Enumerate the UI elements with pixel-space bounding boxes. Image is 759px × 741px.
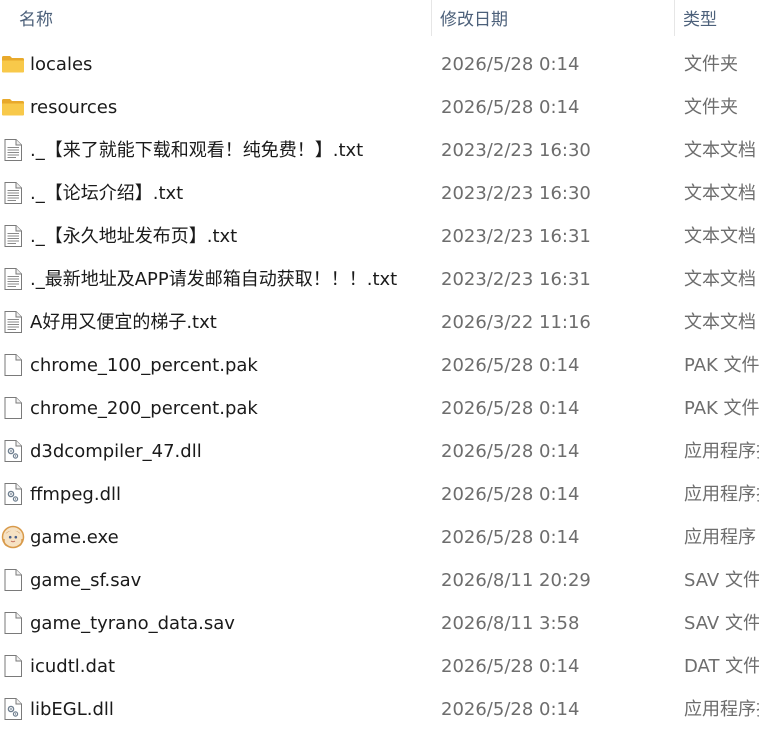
file-name[interactable]: d3dcompiler_47.dll xyxy=(30,430,202,473)
file-name[interactable]: ._【来了就能下载和观看！纯免费！】.txt xyxy=(30,129,363,172)
file-date-modified: 2026/5/28 0:14 xyxy=(441,355,580,376)
file-type: 文件夹 xyxy=(684,97,738,118)
dll-file-icon xyxy=(1,439,25,463)
file-date-modified: 2026/5/28 0:14 xyxy=(441,527,580,548)
file-row[interactable]: locales 2026/5/28 0:14 文件夹 xyxy=(0,43,759,86)
file-row[interactable]: ._【论坛介绍】.txt 2023/2/23 16:30 文本文档 xyxy=(0,172,759,215)
file-date-modified: 2026/8/11 20:29 xyxy=(441,570,591,591)
blank-file-icon xyxy=(1,353,25,377)
file-row[interactable]: ._最新地址及APP请发邮箱自动获取！！！.txt 2023/2/23 16:31… xyxy=(0,258,759,301)
file-date-modified: 2026/5/28 0:14 xyxy=(441,484,580,505)
file-type: 应用程序扩展 xyxy=(684,441,759,462)
file-name[interactable]: icudtl.dat xyxy=(30,645,115,688)
file-row[interactable]: game_tyrano_data.sav 2026/8/11 3:58 SAV 文件 xyxy=(0,602,759,645)
blank-file-icon xyxy=(1,396,25,420)
file-date-modified: 2026/5/28 0:14 xyxy=(441,398,580,419)
file-row[interactable]: icudtl.dat 2026/5/28 0:14 DAT 文件 xyxy=(0,645,759,688)
folder-icon xyxy=(1,52,25,76)
file-row[interactable]: A好用又便宜的梯子.txt 2026/3/22 11:16 文本文档 xyxy=(0,301,759,344)
file-date-modified: 2026/5/28 0:14 xyxy=(441,54,580,75)
file-type: 应用程序 xyxy=(684,527,756,548)
file-name[interactable]: resources xyxy=(30,86,117,129)
file-type: PAK 文件 xyxy=(684,355,759,376)
file-name[interactable]: A好用又便宜的梯子.txt xyxy=(30,301,217,344)
file-type: 文本文档 xyxy=(684,269,756,290)
text-file-icon xyxy=(1,181,25,205)
file-name[interactable]: ._最新地址及APP请发邮箱自动获取！！！.txt xyxy=(30,258,397,301)
file-explorer-window: ^ 名称 修改日期 类型 locales2026/5/28 0:14文件夹res… xyxy=(0,0,759,741)
file-name[interactable]: ffmpeg.dll xyxy=(30,473,121,516)
file-name[interactable]: chrome_100_percent.pak xyxy=(30,344,258,387)
folder-icon xyxy=(1,95,25,119)
file-type: SAV 文件 xyxy=(684,613,759,634)
file-name[interactable]: game_sf.sav xyxy=(30,559,141,602)
dll-file-icon xyxy=(1,697,25,721)
file-type: 文本文档 xyxy=(684,312,756,333)
file-row[interactable]: ._【来了就能下载和观看！纯免费！】.txt 2023/2/23 16:30 文本文… xyxy=(0,129,759,172)
column-header-bar: ^ 名称 修改日期 类型 xyxy=(0,0,759,36)
file-type: 应用程序扩展 xyxy=(684,484,759,505)
file-row[interactable]: game.exe 2026/5/28 0:14 应用程序 xyxy=(0,516,759,559)
file-row[interactable]: ._【永久地址发布页】.txt 2023/2/23 16:31 文本文档 xyxy=(0,215,759,258)
column-header-name[interactable]: 名称 xyxy=(10,0,431,34)
file-row[interactable]: chrome_200_percent.pak 2026/5/28 0:14 PAK … xyxy=(0,387,759,430)
file-date-modified: 2026/5/28 0:14 xyxy=(441,656,580,677)
app-exe-icon xyxy=(1,525,25,549)
file-type: DAT 文件 xyxy=(684,656,759,677)
blank-file-icon xyxy=(1,568,25,592)
file-row[interactable]: game_sf.sav 2026/8/11 20:29 SAV 文件 xyxy=(0,559,759,602)
file-row[interactable]: libEGL.dll 2026/5/28 0:14 应用程序扩展 xyxy=(0,688,759,731)
file-name[interactable]: chrome_200_percent.pak xyxy=(30,387,258,430)
column-header-type[interactable]: 类型 xyxy=(674,0,759,34)
file-row[interactable]: d3dcompiler_47.dll 2026/5/28 0:14 应用程序扩展 xyxy=(0,430,759,473)
file-type: 文本文档 xyxy=(684,226,756,247)
file-type: 文本文档 xyxy=(684,140,756,161)
text-file-icon xyxy=(1,267,25,291)
file-name[interactable]: locales xyxy=(30,43,92,86)
file-date-modified: 2023/2/23 16:30 xyxy=(441,183,591,204)
file-list: locales 2026/5/28 0:14 文件夹 resources 2026/5/… xyxy=(0,43,759,731)
file-name[interactable]: game.exe xyxy=(30,516,119,559)
file-date-modified: 2026/5/28 0:14 xyxy=(441,441,580,462)
file-type: 文本文档 xyxy=(684,183,756,204)
file-name[interactable]: ._【永久地址发布页】.txt xyxy=(30,215,237,258)
file-date-modified: 2023/2/23 16:30 xyxy=(441,140,591,161)
blank-file-icon xyxy=(1,654,25,678)
file-type: 应用程序扩展 xyxy=(684,699,759,720)
file-type: SAV 文件 xyxy=(684,570,759,591)
blank-file-icon xyxy=(1,611,25,635)
column-header-date-modified[interactable]: 修改日期 xyxy=(431,0,674,34)
file-type: PAK 文件 xyxy=(684,398,759,419)
text-file-icon xyxy=(1,138,25,162)
dll-file-icon xyxy=(1,482,25,506)
file-name[interactable]: game_tyrano_data.sav xyxy=(30,602,235,645)
file-date-modified: 2023/2/23 16:31 xyxy=(441,226,591,247)
file-type: 文件夹 xyxy=(684,54,738,75)
file-date-modified: 2026/3/22 11:16 xyxy=(441,312,591,333)
file-row[interactable]: chrome_100_percent.pak 2026/5/28 0:14 PAK … xyxy=(0,344,759,387)
text-file-icon xyxy=(1,310,25,334)
file-row[interactable]: ffmpeg.dll 2026/5/28 0:14 应用程序扩展 xyxy=(0,473,759,516)
file-date-modified: 2026/5/28 0:14 xyxy=(441,699,580,720)
file-name[interactable]: ._【论坛介绍】.txt xyxy=(30,172,183,215)
file-name[interactable]: libEGL.dll xyxy=(30,688,114,731)
file-date-modified: 2026/8/11 3:58 xyxy=(441,613,580,634)
text-file-icon xyxy=(1,224,25,248)
file-date-modified: 2026/5/28 0:14 xyxy=(441,97,580,118)
file-row[interactable]: resources 2026/5/28 0:14 文件夹 xyxy=(0,86,759,129)
file-date-modified: 2023/2/23 16:31 xyxy=(441,269,591,290)
